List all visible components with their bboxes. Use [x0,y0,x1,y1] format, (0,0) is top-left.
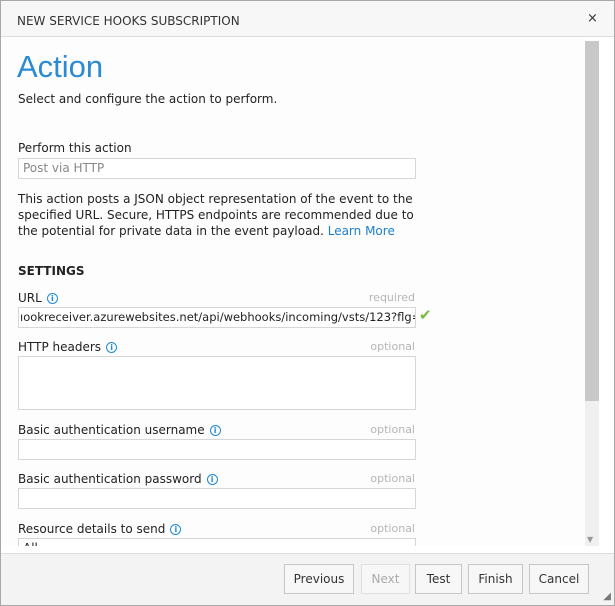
info-icon[interactable]: i [209,425,221,436]
dialog-title: NEW SERVICE HOOKS SUBSCRIPTION [17,14,240,28]
username-hint: optional [370,423,415,436]
username-input[interactable] [18,439,416,460]
url-input[interactable]: ıookreceiver.azurewebsites.net/api/webho… [18,307,416,328]
valid-check-icon: ✔ [419,306,432,324]
url-hint: required [368,291,415,304]
info-icon[interactable]: i [106,342,118,353]
page-title: Action [17,49,104,84]
resize-grip-icon[interactable]: ◢ [603,591,611,602]
dialog-title-bar: NEW SERVICE HOOKS SUBSCRIPTION × [1,1,614,37]
test-button[interactable]: Test [415,564,462,594]
info-icon[interactable]: i [46,293,58,304]
learn-more-link[interactable]: Learn More [328,224,395,238]
resource-label: Resource details to send i [18,522,182,536]
headers-hint: optional [370,340,415,353]
info-icon[interactable]: i [170,524,182,535]
action-select[interactable]: Post via HTTP [18,158,416,179]
close-icon[interactable]: × [587,11,598,26]
username-label: Basic authentication username i [18,423,221,437]
password-input[interactable] [18,488,416,509]
info-icon[interactable]: i [206,474,218,485]
headers-label: HTTP headers i [18,340,118,354]
scrollbar[interactable]: ▼ [585,41,599,546]
next-button[interactable]: Next [361,564,410,594]
scrollbar-thumb[interactable] [585,41,599,401]
scroll-down-icon[interactable]: ▼ [587,535,593,544]
action-description: This action posts a JSON object represen… [18,192,414,238]
service-hooks-dialog: NEW SERVICE HOOKS SUBSCRIPTION × Action … [0,0,615,606]
cancel-button[interactable]: Cancel [529,564,589,594]
url-label: URL i [18,291,58,305]
action-label: Perform this action [18,141,132,155]
password-hint: optional [370,472,415,485]
settings-heading: SETTINGS [18,264,85,278]
headers-textarea[interactable] [18,356,416,410]
finish-button[interactable]: Finish [468,564,523,594]
previous-button[interactable]: Previous [284,564,354,594]
password-label: Basic authentication password i [18,472,218,486]
page-subtitle: Select and configure the action to perfo… [18,92,278,106]
resource-hint: optional [370,522,415,535]
resource-select[interactable]: All [18,538,416,546]
dialog-footer: Previous Next Test Finish Cancel ◢ [1,553,614,605]
dialog-content: Action Select and configure the action t… [1,38,585,546]
